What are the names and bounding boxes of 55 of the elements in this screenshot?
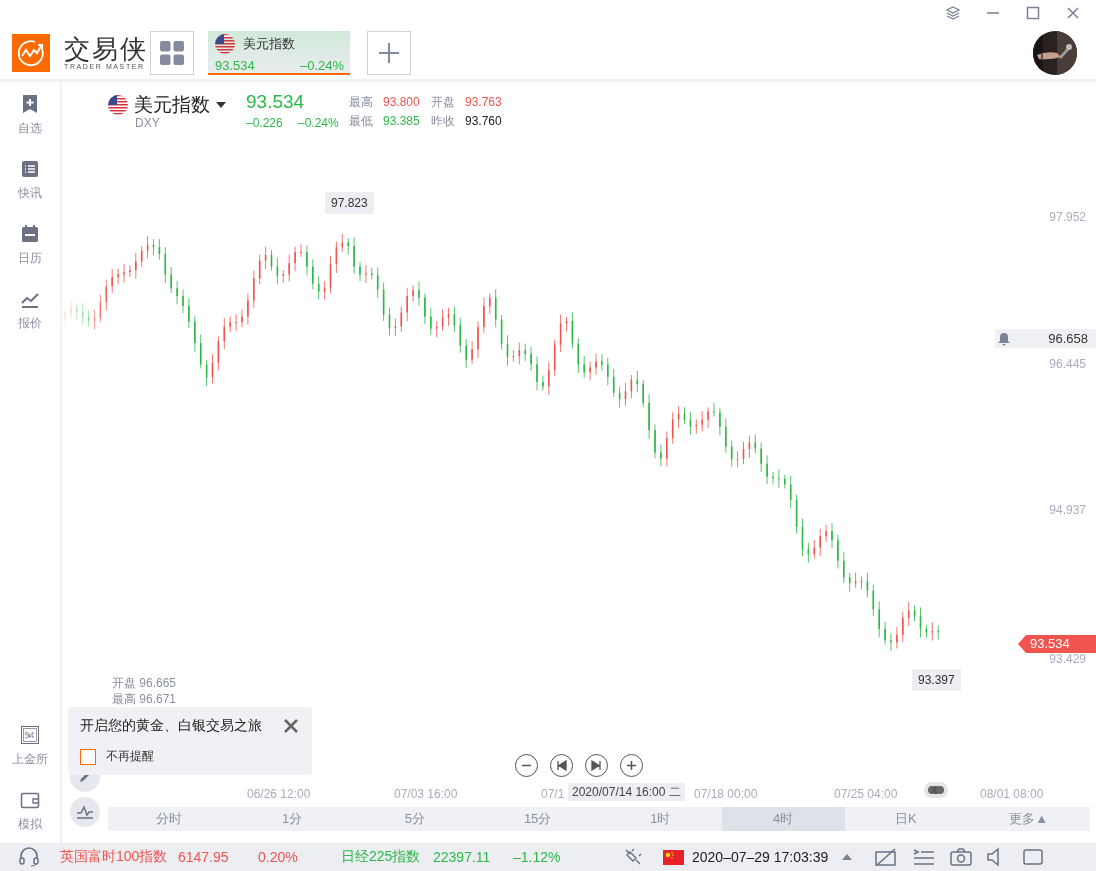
sidebar-item[interactable]: 日历 bbox=[18, 224, 42, 267]
ohlc-readout: 开盘 96.665 bbox=[112, 676, 177, 690]
price-alert-label: 96.658 bbox=[995, 329, 1096, 348]
sidebar-item[interactable]: 上金所 bbox=[12, 725, 48, 768]
period-tab[interactable]: 4时 bbox=[721, 807, 845, 831]
low-price-marker: 93.397 bbox=[912, 669, 961, 691]
stat-label: 开盘 bbox=[431, 95, 455, 109]
stat-value: 93.760 bbox=[465, 114, 502, 128]
sidebar-item[interactable]: 快讯 bbox=[18, 159, 42, 202]
ticker-value: 6147.95 bbox=[178, 849, 230, 865]
instrument-tab[interactable]: 美元指数 93.534 –0.24% bbox=[208, 30, 350, 75]
time-axis-label: 06/26 12:00 bbox=[247, 787, 311, 801]
crosshair-time-label: 2020/07/14 16:00 二 bbox=[568, 783, 685, 801]
time-axis-label: 08/01 08:00 bbox=[980, 787, 1044, 801]
ticker-change: 0.20% bbox=[258, 849, 299, 865]
period-tab[interactable]: 更多▲ bbox=[967, 807, 1090, 831]
clock-datetime: 2020–07–29 17:03:39 bbox=[692, 849, 829, 865]
stat-label: 昨收 bbox=[431, 114, 455, 128]
period-tab[interactable]: 1分 bbox=[230, 807, 354, 831]
time-axis-label: 07/03 16:00 bbox=[394, 787, 458, 801]
checkbox-label: 不再提醒 bbox=[106, 748, 154, 765]
instrument-code: DXY bbox=[135, 116, 160, 130]
stat-value: 93.800 bbox=[383, 95, 420, 109]
time-axis-label: 07/25 04:00 bbox=[834, 787, 898, 801]
ticker-name: 英国富时100指数 bbox=[60, 848, 169, 866]
period-tab[interactable]: 分时 bbox=[108, 807, 231, 831]
ohlc-readout: 最高 96.671 bbox=[112, 692, 177, 706]
price-change: –0.226 bbox=[246, 116, 283, 130]
period-tab[interactable]: 5分 bbox=[353, 807, 477, 831]
high-price-marker: 97.823 bbox=[325, 192, 374, 214]
stat-value: 93.385 bbox=[383, 114, 420, 128]
period-tab[interactable]: 1时 bbox=[599, 807, 722, 831]
ticker-change: –1.12% bbox=[513, 849, 562, 865]
period-tab[interactable]: 日K bbox=[844, 807, 968, 831]
stat-value: 93.763 bbox=[465, 95, 502, 109]
time-axis-label: 07/18 00:00 bbox=[694, 787, 758, 801]
ticker-name: 日经225指数 bbox=[341, 848, 422, 866]
current-price: 93.534 bbox=[246, 91, 305, 112]
sidebar-item[interactable]: 模拟 bbox=[18, 790, 42, 833]
stat-label: 最低 bbox=[349, 114, 373, 128]
stat-label: 最高 bbox=[349, 95, 373, 109]
instrument-name[interactable]: 美元指数 bbox=[134, 92, 210, 118]
price-axis-label: 96.445 bbox=[1049, 357, 1086, 371]
period-tab[interactable]: 15分 bbox=[476, 807, 599, 831]
ticker-value: 22397.11 bbox=[433, 849, 492, 865]
popup-message: 开启您的黄金、白银交易之旅 bbox=[80, 717, 262, 735]
time-axis-label: 07/1 bbox=[541, 787, 565, 801]
price-axis-label: 93.429 bbox=[1049, 652, 1086, 666]
price-axis-label: 97.952 bbox=[1049, 210, 1086, 224]
sidebar-item[interactable]: 自选 bbox=[18, 94, 42, 137]
last-price-tag: 93.534 bbox=[1018, 635, 1096, 653]
price-axis-label: 94.937 bbox=[1049, 503, 1086, 517]
brand-name: 交易侠 bbox=[64, 35, 149, 63]
sidebar-item[interactable]: 报价 bbox=[18, 289, 42, 332]
percent-change: –0.24% bbox=[298, 116, 339, 130]
